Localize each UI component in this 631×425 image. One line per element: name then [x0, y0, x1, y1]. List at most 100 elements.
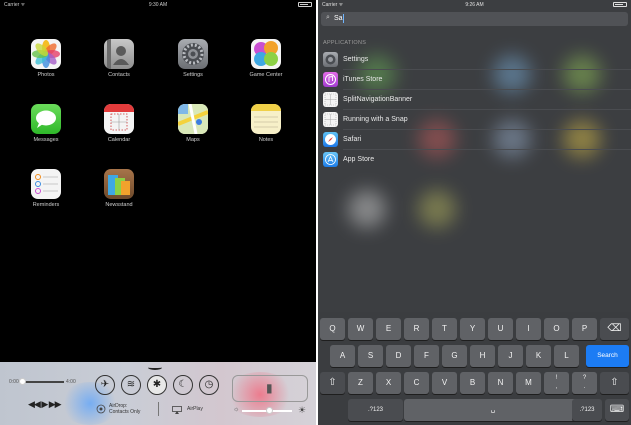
airplay-button[interactable]: AirPlay [187, 406, 203, 412]
key-h[interactable]: H [470, 345, 495, 367]
shift-key-right[interactable]: ⇧ [600, 372, 629, 394]
wifi-icon: ≋ [126, 379, 136, 390]
key-k[interactable]: K [526, 345, 551, 367]
space-key[interactable]: ␣ [404, 399, 582, 421]
app-settings[interactable]: Settings [168, 39, 218, 78]
key-j[interactable]: J [498, 345, 523, 367]
key-v[interactable]: V [432, 372, 457, 394]
key-i[interactable]: I [516, 318, 541, 340]
delete-key[interactable]: ⌫ [600, 318, 629, 340]
battery-icon [613, 2, 627, 7]
music-scrubber-knob[interactable] [19, 378, 26, 385]
key-e[interactable]: E [376, 318, 401, 340]
newsstand-icon [104, 169, 134, 199]
moon-icon: ☾ [178, 379, 188, 390]
app-contacts[interactable]: Contacts [94, 39, 144, 78]
key-b[interactable]: B [460, 372, 485, 394]
app-maps[interactable]: Maps [168, 104, 218, 143]
text-cursor [343, 14, 344, 23]
key-m[interactable]: M [516, 372, 541, 394]
key-g[interactable]: G [442, 345, 467, 367]
status-bar: Carrier ᯤ 9:26 AM [318, 0, 631, 10]
search-icon: ⌕ [326, 14, 330, 21]
contacts-icon [104, 39, 134, 69]
app-photos[interactable]: Photos [21, 39, 71, 78]
search-key[interactable]: Search [586, 345, 629, 367]
brightness-low-icon: ☼ [233, 406, 240, 413]
placeholder-app-icon [323, 92, 338, 107]
numbers-key-left[interactable]: .?123 [348, 399, 403, 421]
key-z[interactable]: Z [348, 372, 373, 394]
bluetooth-icon: ✱ [152, 379, 162, 390]
key-s[interactable]: S [358, 345, 383, 367]
wifi-toggle[interactable]: ≋ [121, 375, 141, 395]
airdrop-button[interactable]: AirDrop: Contacts Only [109, 403, 140, 415]
app-newsstand[interactable]: Newsstand [94, 169, 144, 208]
key-question-period[interactable]: ? . [572, 372, 597, 394]
shift-key-left[interactable]: ⇧ [320, 372, 345, 394]
result-app-store[interactable]: App Store [318, 150, 631, 170]
safari-icon [323, 132, 338, 147]
app-game-center[interactable]: Game Center [241, 39, 291, 78]
gear-icon [178, 39, 208, 69]
key-t[interactable]: T [432, 318, 457, 340]
flashlight-button[interactable]: ▮ [232, 375, 308, 402]
airplane-mode-toggle[interactable]: ✈ [95, 375, 115, 395]
result-label: Safari [343, 136, 362, 143]
key-o[interactable]: O [544, 318, 569, 340]
app-label: Calendar [107, 137, 131, 143]
control-center-grabber[interactable] [148, 365, 162, 370]
key-n[interactable]: N [488, 372, 513, 394]
search-input[interactable]: ⌕ Sa [321, 12, 628, 26]
airdrop-value: Contacts Only [109, 409, 141, 415]
app-messages[interactable]: Messages [21, 104, 71, 143]
result-label: iTunes Store [343, 76, 383, 83]
result-safari[interactable]: Safari [318, 130, 631, 150]
status-time: 9:26 AM [465, 2, 484, 8]
key-x[interactable]: X [376, 372, 401, 394]
playback-controls[interactable]: ◀◀ ▶ ▶▶ [28, 399, 62, 410]
music-scrubber[interactable] [22, 381, 64, 383]
key-u[interactable]: U [488, 318, 513, 340]
key-l[interactable]: L [554, 345, 579, 367]
rotation-lock-toggle[interactable]: ◷ [199, 375, 219, 395]
section-header: APPLICATIONS [323, 40, 367, 46]
battery-icon [298, 2, 312, 7]
key-r[interactable]: R [404, 318, 429, 340]
key-y[interactable]: Y [460, 318, 485, 340]
result-running-with-a-snap[interactable]: Running with a Snap [318, 110, 631, 130]
key-exclamation-comma[interactable]: ! , [544, 372, 569, 394]
airplay-icon [172, 406, 182, 414]
numbers-key-right[interactable]: .?123 [572, 399, 602, 421]
app-notes[interactable]: Notes [241, 104, 291, 143]
brightness-slider-knob[interactable] [266, 407, 273, 414]
app-label: Notes [258, 137, 274, 143]
calendar-icon [104, 104, 134, 134]
key-f[interactable]: F [414, 345, 439, 367]
flashlight-icon: ▮ [266, 381, 273, 395]
result-itunes-store[interactable]: iTunes Store [318, 70, 631, 90]
divider [158, 402, 159, 416]
airplane-icon: ✈ [100, 379, 110, 390]
key-p[interactable]: P [572, 318, 597, 340]
do-not-disturb-toggle[interactable]: ☾ [173, 375, 193, 395]
app-label: Newsstand [105, 202, 133, 208]
hide-keyboard-key[interactable]: ⌨ [605, 399, 629, 421]
key-d[interactable]: D [386, 345, 411, 367]
status-bar: Carrier ᯤ 9:30 AM [0, 0, 316, 10]
placeholder-app-icon [323, 112, 338, 127]
result-settings[interactable]: Settings [318, 50, 631, 70]
settings-icon [323, 52, 338, 67]
app-calendar[interactable]: Calendar [94, 104, 144, 143]
key-q[interactable]: Q [320, 318, 345, 340]
status-time: 9:30 AM [148, 2, 168, 8]
key-a[interactable]: A [330, 345, 355, 367]
app-reminders[interactable]: Reminders [21, 169, 71, 208]
bluetooth-toggle[interactable]: ✱ [147, 375, 167, 395]
app-label: Photos [37, 72, 55, 78]
result-splitnavigationbanner[interactable]: SplitNavigationBanner [318, 90, 631, 110]
key-w[interactable]: W [348, 318, 373, 340]
search-query: Sa [334, 15, 343, 22]
key-c[interactable]: C [404, 372, 429, 394]
result-label: App Store [343, 156, 375, 163]
